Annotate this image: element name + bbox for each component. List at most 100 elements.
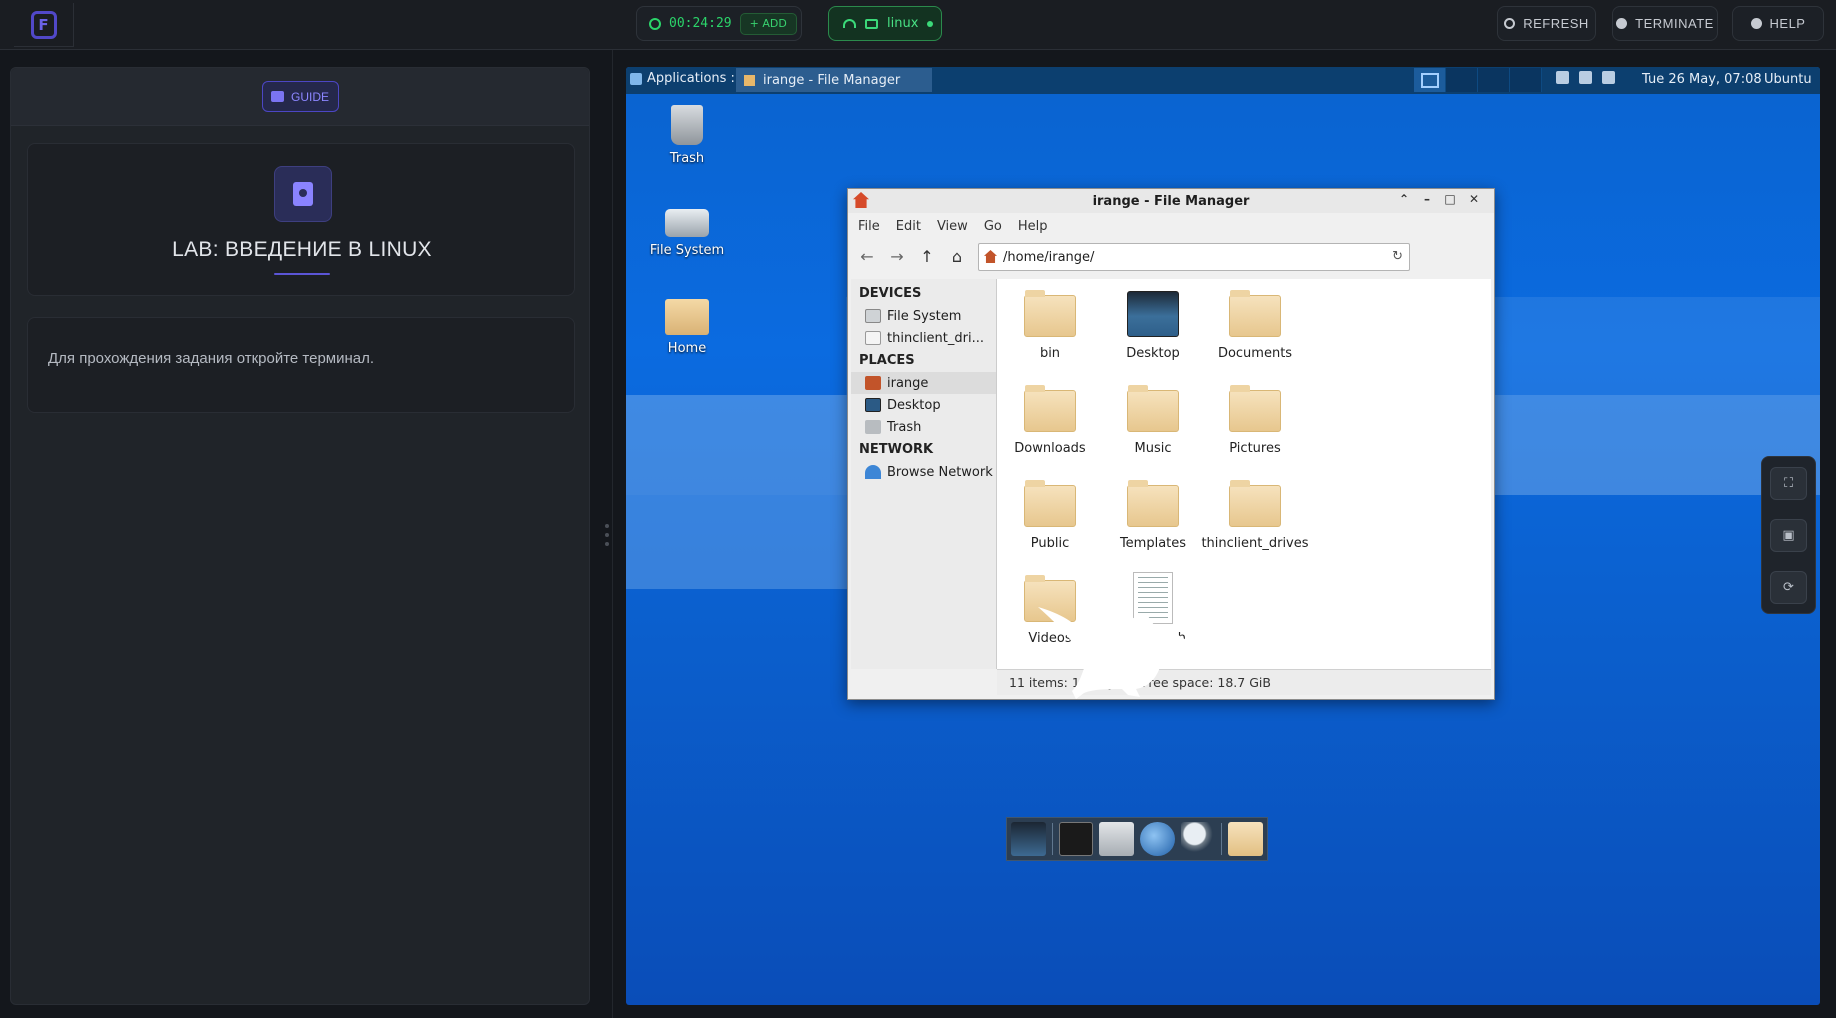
clock[interactable]: Tue 26 May, 07:08 bbox=[1642, 72, 1762, 87]
desktop-icon-file-system[interactable]: File System bbox=[642, 203, 732, 258]
terminal-icon[interactable] bbox=[1058, 822, 1094, 856]
help-icon bbox=[1750, 18, 1762, 29]
network-icon[interactable] bbox=[1556, 71, 1569, 84]
add-time-button[interactable]: + ADD bbox=[739, 12, 797, 35]
applications-menu[interactable]: Applications : bbox=[630, 71, 735, 86]
resize-handle[interactable] bbox=[605, 524, 609, 546]
music-folder-icon bbox=[1127, 385, 1179, 432]
show-desktop-icon[interactable] bbox=[1011, 822, 1046, 856]
clipboard-icon[interactable]: ▣ bbox=[1770, 518, 1807, 552]
user-menu[interactable]: Ubuntu bbox=[1764, 72, 1812, 87]
lab-icon-box bbox=[274, 166, 332, 222]
drive-icon bbox=[665, 209, 709, 237]
shade-button[interactable]: ⌃ bbox=[1396, 192, 1412, 208]
bell-icon[interactable] bbox=[1602, 71, 1615, 84]
file-item-public[interactable]: Public bbox=[1000, 480, 1100, 551]
window-titlebar[interactable]: irange - File Manager ⌃ – □ ✕ bbox=[848, 189, 1494, 213]
guide-panel: GUIDE LAB: ВВЕДЕНИЕ В LINUX Для прохожде… bbox=[10, 67, 590, 1005]
minimize-button[interactable]: – bbox=[1419, 192, 1435, 208]
trash-icon bbox=[671, 105, 703, 145]
remote-desktop[interactable]: Applications : irange - File Manager Tue… bbox=[626, 67, 1820, 1005]
file-item-label: Downloads bbox=[1014, 441, 1086, 456]
refresh-button[interactable]: REFRESH bbox=[1497, 6, 1596, 41]
file-item-music[interactable]: Music bbox=[1103, 385, 1203, 456]
home-icon bbox=[853, 192, 869, 208]
vm-status-pill[interactable]: linux bbox=[828, 6, 942, 41]
terminate-button[interactable]: TERMINATE bbox=[1612, 6, 1718, 41]
menu-go[interactable]: Go bbox=[984, 219, 1002, 234]
reconnect-icon[interactable]: ⟳ bbox=[1770, 570, 1807, 604]
workspace-3[interactable] bbox=[1478, 68, 1510, 92]
file-manager-icon[interactable] bbox=[1099, 822, 1135, 856]
sidebar-item-file-system[interactable]: File System bbox=[851, 305, 996, 327]
pictures-folder-icon bbox=[1229, 385, 1281, 432]
alarm-icon bbox=[649, 17, 661, 30]
home-icon[interactable]: ⌂ bbox=[948, 248, 966, 266]
forward-icon[interactable]: → bbox=[888, 248, 906, 266]
menu-help[interactable]: Help bbox=[1018, 219, 1048, 234]
file-item-pictures[interactable]: Pictures bbox=[1205, 385, 1305, 456]
templates-folder-icon bbox=[1127, 480, 1179, 527]
close-button[interactable]: ✕ bbox=[1466, 192, 1482, 208]
back-icon[interactable]: ← bbox=[858, 248, 876, 266]
sidebar-item-desktop[interactable]: Desktop bbox=[851, 394, 996, 416]
volume-icon[interactable] bbox=[1579, 71, 1592, 84]
file-item-bin[interactable]: bin bbox=[1000, 290, 1100, 361]
file-item-desktop[interactable]: Desktop bbox=[1103, 291, 1203, 361]
xfce-icon bbox=[630, 72, 642, 85]
session-timer: 00:24:29 + ADD bbox=[636, 6, 802, 41]
location-bar[interactable]: /home/irange/ ↻ bbox=[978, 243, 1410, 271]
window-title: irange - File Manager bbox=[1092, 193, 1250, 209]
up-icon[interactable]: ↑ bbox=[918, 248, 936, 266]
help-button[interactable]: HELP bbox=[1732, 6, 1824, 41]
file-item-label: Documents bbox=[1217, 346, 1293, 361]
home-icon bbox=[865, 376, 881, 390]
wifi-icon bbox=[843, 19, 856, 28]
help-label: HELP bbox=[1769, 16, 1806, 31]
maximize-button[interactable]: □ bbox=[1442, 192, 1458, 208]
menu-edit[interactable]: Edit bbox=[896, 219, 921, 234]
file-item-templates[interactable]: Templates bbox=[1103, 480, 1203, 551]
folder-icon[interactable] bbox=[1228, 822, 1264, 856]
sidebar-item-thinclient[interactable]: thinclient_dri... bbox=[851, 327, 996, 349]
sidebar-item-label: thinclient_dri... bbox=[887, 330, 984, 346]
terminate-label: TERMINATE bbox=[1635, 16, 1714, 31]
sidebar-item-label: Trash bbox=[887, 419, 922, 435]
guide-tab-label: GUIDE bbox=[290, 89, 329, 104]
lab-title: LAB: ВВЕДЕНИЕ В LINUX bbox=[172, 238, 432, 261]
sidebar-item-trash[interactable]: Trash bbox=[851, 416, 996, 438]
scroll-icon bbox=[270, 91, 284, 102]
fullscreen-icon[interactable]: ⛶ bbox=[1770, 466, 1807, 500]
desktop-icon-trash[interactable]: Trash bbox=[642, 105, 732, 166]
refresh-icon bbox=[1504, 18, 1516, 29]
toolbar: ← → ↑ ⌂ /home/irange/ ↻ bbox=[848, 239, 1494, 275]
folder-icon bbox=[1024, 290, 1076, 337]
task-text: Для прохождения задания откройте термина… bbox=[48, 350, 375, 367]
guide-tab[interactable]: GUIDE bbox=[261, 81, 339, 112]
panel-divider bbox=[612, 50, 613, 1018]
search-icon[interactable] bbox=[1180, 822, 1216, 856]
menu-view[interactable]: View bbox=[937, 219, 968, 234]
reload-icon[interactable]: ↻ bbox=[1392, 249, 1403, 264]
file-item-documents[interactable]: Documents bbox=[1205, 290, 1305, 361]
workspace-1[interactable] bbox=[1414, 68, 1446, 92]
timer-text: 00:24:29 bbox=[669, 16, 732, 31]
file-item-thinclient-drives[interactable]: thinclient_drives bbox=[1197, 480, 1313, 551]
documents-folder-icon bbox=[1229, 290, 1281, 337]
app-logo[interactable]: F bbox=[14, 3, 74, 47]
sidebar-item-browse-network[interactable]: Browse Network bbox=[851, 461, 996, 483]
dock-separator bbox=[1051, 823, 1053, 855]
trash-icon bbox=[865, 420, 881, 434]
web-browser-icon[interactable] bbox=[1140, 822, 1175, 856]
workspace-2[interactable] bbox=[1446, 68, 1478, 92]
folder-icon bbox=[1229, 480, 1281, 527]
desktop-icon-home[interactable]: Home bbox=[642, 299, 732, 356]
file-item-downloads[interactable]: Downloads bbox=[1000, 385, 1100, 456]
sidebar-item-irange[interactable]: irange bbox=[851, 372, 996, 394]
menu-file[interactable]: File bbox=[858, 219, 880, 234]
desktop-icon-label: Home bbox=[667, 341, 707, 356]
logo-icon: F bbox=[30, 10, 57, 39]
workspace-4[interactable] bbox=[1510, 68, 1542, 92]
taskbar-item-file-manager[interactable]: irange - File Manager bbox=[736, 68, 932, 92]
close-circle-icon bbox=[1616, 18, 1628, 29]
